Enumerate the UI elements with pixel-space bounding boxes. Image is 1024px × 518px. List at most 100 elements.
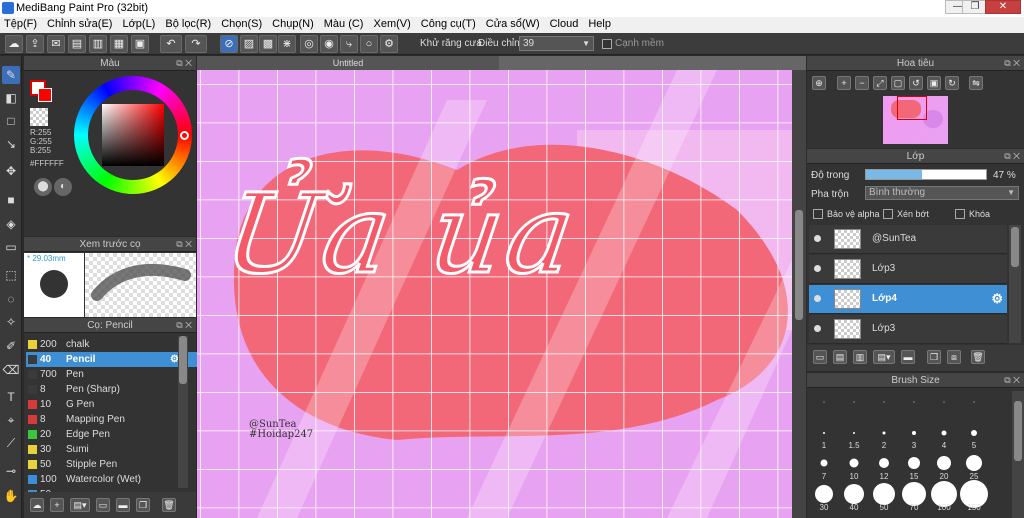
menu-cloud[interactable]: Cloud bbox=[546, 17, 585, 30]
brush-item[interactable]: 20 Edge Pen bbox=[26, 427, 201, 442]
brush-item[interactable]: 200 chalk bbox=[26, 337, 201, 352]
edit-brush-icon[interactable]: ▭ bbox=[96, 498, 110, 512]
actual-size-icon[interactable]: ▢ bbox=[891, 76, 905, 90]
clipping-checkbox[interactable] bbox=[883, 209, 893, 219]
protect-alpha-checkbox[interactable] bbox=[813, 209, 823, 219]
canvas-scroll-thumb[interactable] bbox=[795, 210, 803, 320]
layer-row[interactable]: Lớp4 ⚙ bbox=[809, 285, 1007, 314]
brush-item[interactable]: 50 Stipple Pen bbox=[26, 457, 201, 472]
new-layer-icon[interactable]: ▭ bbox=[813, 350, 827, 364]
rectangle-tool-icon[interactable]: □ bbox=[2, 112, 20, 130]
panel-menu-icon[interactable]: ⧉ ✕ bbox=[176, 56, 192, 71]
brush-size-option[interactable] bbox=[959, 389, 989, 419]
curve-snap-icon[interactable]: ⤷ bbox=[340, 35, 358, 53]
lasso-tool-icon[interactable]: ◌ bbox=[2, 290, 20, 308]
line-tool-icon[interactable]: ↘ bbox=[2, 135, 20, 153]
magic-wand-icon[interactable]: ✧ bbox=[2, 313, 20, 331]
redo-icon[interactable]: ↷ bbox=[185, 35, 207, 53]
secondary-color-swatch[interactable] bbox=[38, 88, 52, 102]
select-rect-icon[interactable]: ⬚ bbox=[2, 266, 20, 284]
cloud-icon[interactable]: ☁ bbox=[5, 35, 23, 53]
brush-size-option[interactable]: 5 bbox=[959, 420, 989, 450]
hue-wheel[interactable] bbox=[74, 76, 192, 194]
canvas[interactable]: Ửa ủa @SunTea #Hoidap247 bbox=[197, 70, 792, 518]
brush-size-scroll-thumb[interactable] bbox=[1014, 401, 1022, 461]
add-brush-icon[interactable]: + bbox=[50, 498, 64, 512]
concentric-snap-icon[interactable]: ◉ bbox=[320, 35, 338, 53]
soft-edge-checkbox[interactable] bbox=[602, 39, 612, 49]
flip-icon[interactable]: ⇋ bbox=[969, 76, 983, 90]
operation-tool-icon[interactable]: ⌖ bbox=[2, 411, 20, 429]
brush-size-option[interactable]: 20 bbox=[929, 451, 959, 481]
cloud-brush-icon[interactable]: ☁ bbox=[30, 498, 44, 512]
panel-menu-icon[interactable]: ⧉ ✕ bbox=[1004, 373, 1020, 388]
rotate-left-icon[interactable]: ↺ bbox=[909, 76, 923, 90]
new-8bit-layer-icon[interactable]: ▥ bbox=[853, 350, 867, 364]
brush-size-option[interactable]: 50 bbox=[869, 482, 899, 512]
menu-filter[interactable]: Bộ lọc(R) bbox=[161, 17, 217, 30]
bucket-tool-icon[interactable]: ◈ bbox=[2, 215, 20, 233]
gradient-tool-icon[interactable]: ▭ bbox=[2, 238, 20, 256]
eraser-tool-icon[interactable]: ◧ bbox=[2, 89, 20, 107]
brush-size-option[interactable]: 2 bbox=[869, 420, 899, 450]
eye-icon[interactable] bbox=[814, 325, 821, 332]
brush-tool-icon[interactable]: ✎ bbox=[2, 66, 20, 84]
blend-mode-select[interactable]: Bình thường ▼ bbox=[865, 186, 1019, 200]
brush-size-option[interactable] bbox=[899, 389, 929, 419]
layer-row[interactable]: Lớp3 bbox=[809, 315, 1007, 344]
menu-help[interactable]: Help bbox=[584, 17, 617, 30]
hand-tool-icon[interactable]: ✋ bbox=[2, 487, 20, 505]
menu-snap[interactable]: Chụp(N) bbox=[268, 17, 320, 30]
select-pen-icon[interactable]: ✐ bbox=[2, 337, 20, 355]
duplicate-icon[interactable]: ❐ bbox=[136, 498, 150, 512]
fill-rect-icon[interactable]: ■ bbox=[2, 191, 20, 209]
navigator-viewport[interactable] bbox=[897, 96, 927, 120]
brush-item[interactable]: 8 Mapping Pen bbox=[26, 412, 201, 427]
zoom-out-icon[interactable]: − bbox=[855, 76, 869, 90]
menu-file[interactable]: Tệp(F) bbox=[0, 17, 43, 30]
panel-menu-icon[interactable]: ⧉ ✕ bbox=[176, 318, 192, 333]
brush-list-scroll-thumb[interactable] bbox=[179, 336, 187, 384]
document-icon[interactable]: ▥ bbox=[89, 35, 107, 53]
parallel-snap-icon[interactable]: ▨ bbox=[240, 35, 258, 53]
circle-snap-icon[interactable]: ◎ bbox=[300, 35, 318, 53]
brush-item[interactable]: 700 Pen bbox=[26, 367, 201, 382]
brush-size-option[interactable] bbox=[929, 389, 959, 419]
eye-icon[interactable] bbox=[814, 235, 821, 242]
brush-item[interactable]: 100 Watercolor (Wet) bbox=[26, 472, 201, 487]
brush-size-option[interactable]: 3 bbox=[899, 420, 929, 450]
brush-size-option[interactable] bbox=[809, 389, 839, 419]
lock-checkbox[interactable] bbox=[955, 209, 965, 219]
radial-snap-icon[interactable]: ⋇ bbox=[278, 35, 296, 53]
brush-type-dropdown-icon[interactable]: ▤▾ bbox=[70, 498, 90, 512]
fit-window-icon[interactable]: ⤢ bbox=[873, 76, 887, 90]
menu-tools[interactable]: Công cụ(T) bbox=[417, 17, 482, 30]
layer-type-dropdown-icon[interactable]: ▤▾ bbox=[873, 350, 895, 364]
snap-off-icon[interactable]: ⊘ bbox=[220, 35, 238, 53]
canvas-vertical-scrollbar[interactable] bbox=[792, 70, 806, 518]
rotate-right-icon[interactable]: ↻ bbox=[945, 76, 959, 90]
brush-size-option[interactable]: 7 bbox=[809, 451, 839, 481]
layer-folder-icon[interactable]: ▬ bbox=[901, 350, 915, 364]
brush-size-option[interactable]: 25 bbox=[959, 451, 989, 481]
folder-icon[interactable]: ▬ bbox=[116, 498, 130, 512]
move-tool-icon[interactable]: ✥ bbox=[2, 162, 20, 180]
brush-size-option[interactable] bbox=[869, 389, 899, 419]
saturation-value-square[interactable] bbox=[102, 104, 164, 166]
menu-color[interactable]: Màu (C) bbox=[320, 17, 370, 30]
merge-layer-icon[interactable]: ⧈ bbox=[947, 350, 961, 364]
delete-layer-icon[interactable]: 🗑 bbox=[971, 350, 985, 364]
brush-size-option[interactable]: 1.5 bbox=[839, 420, 869, 450]
brush-size-option[interactable]: 40 bbox=[839, 482, 869, 512]
opacity-slider[interactable] bbox=[865, 169, 987, 180]
brush-size-option[interactable] bbox=[839, 389, 869, 419]
duplicate-layer-icon[interactable]: ❐ bbox=[927, 350, 941, 364]
brush-list-scrollbar[interactable] bbox=[178, 336, 188, 488]
document-tab[interactable]: Untitled bbox=[197, 56, 499, 70]
menu-view[interactable]: Xem(V) bbox=[369, 17, 416, 30]
layer-row[interactable]: @SunTea bbox=[809, 225, 1007, 254]
brush-item[interactable]: 40 Pencil ⚙ bbox=[26, 352, 201, 367]
brush-size-scrollbar[interactable] bbox=[1012, 391, 1024, 518]
panel-menu-icon[interactable]: ⧉ ✕ bbox=[1004, 56, 1020, 71]
layers-icon[interactable]: ▦ bbox=[110, 35, 128, 53]
